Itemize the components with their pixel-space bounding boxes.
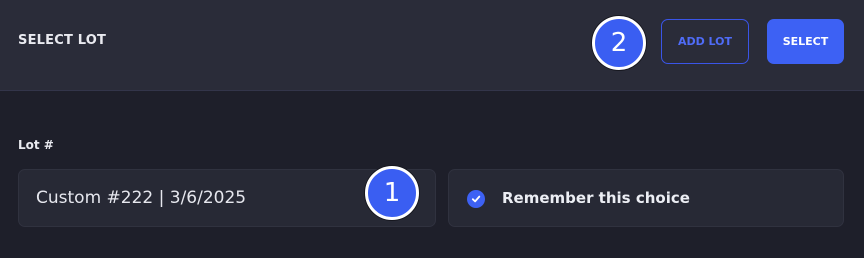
lot-select-value: Custom #222 | 3/6/2025 bbox=[36, 188, 247, 208]
step-badge-1: 1 bbox=[365, 166, 419, 220]
select-button[interactable]: SELECT bbox=[767, 19, 844, 64]
remember-choice-checkbox[interactable]: Remember this choice bbox=[448, 169, 844, 227]
lot-field-label: Lot # bbox=[18, 138, 54, 152]
remember-choice-label: Remember this choice bbox=[502, 189, 690, 207]
check-circle-icon[interactable] bbox=[467, 190, 485, 208]
dialog-header: SELECT LOT ADD LOT SELECT bbox=[0, 0, 864, 91]
step-badge-2: 2 bbox=[592, 16, 646, 70]
dialog-title: SELECT LOT bbox=[18, 33, 107, 48]
add-lot-button[interactable]: ADD LOT bbox=[661, 19, 749, 64]
